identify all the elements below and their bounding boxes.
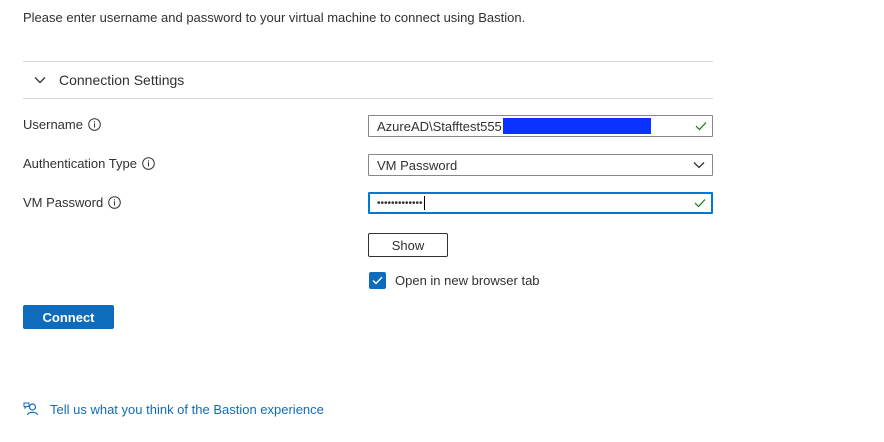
connect-button[interactable]: Connect <box>23 305 114 329</box>
checkmark-icon <box>694 199 706 208</box>
vm-password-label-text: VM Password <box>23 195 104 210</box>
vm-password-value: ••••••••••••• <box>377 197 423 209</box>
feedback-link[interactable]: Tell us what you think of the Bastion ex… <box>50 402 324 417</box>
section-title: Connection Settings <box>59 72 185 88</box>
connection-settings-header[interactable]: Connection Settings <box>23 62 713 98</box>
info-icon[interactable] <box>108 196 122 209</box>
auth-type-label: Authentication Type <box>23 156 155 171</box>
show-password-button[interactable]: Show <box>368 233 448 257</box>
username-label: Username <box>23 117 101 132</box>
info-icon[interactable] <box>142 157 155 170</box>
chevron-down-icon <box>693 162 705 169</box>
section-bottom-divider <box>23 98 713 99</box>
auth-type-label-text: Authentication Type <box>23 156 137 171</box>
username-input[interactable]: AzureAD\Stafftest555 <box>368 115 713 137</box>
intro-text: Please enter username and password to yo… <box>23 10 526 25</box>
feedback-row[interactable]: Tell us what you think of the Bastion ex… <box>23 401 324 418</box>
username-value: AzureAD\Stafftest555 <box>377 118 502 134</box>
vm-password-label: VM Password <box>23 195 122 210</box>
feedback-icon <box>23 402 39 416</box>
username-label-text: Username <box>23 117 83 132</box>
redaction-box <box>502 118 651 134</box>
vm-password-input[interactable]: ••••••••••••• <box>368 192 713 214</box>
auth-type-dropdown[interactable]: VM Password <box>368 154 713 176</box>
open-in-new-tab-label: Open in new browser tab <box>395 273 540 288</box>
open-in-new-tab-option[interactable]: Open in new browser tab <box>369 272 540 289</box>
chevron-down-icon <box>34 77 46 84</box>
text-cursor <box>423 196 425 210</box>
open-in-new-tab-checkbox[interactable] <box>369 272 386 289</box>
checkmark-icon <box>695 122 707 131</box>
info-icon[interactable] <box>88 118 101 131</box>
auth-type-selected: VM Password <box>377 157 458 173</box>
checkmark-icon <box>372 276 383 285</box>
